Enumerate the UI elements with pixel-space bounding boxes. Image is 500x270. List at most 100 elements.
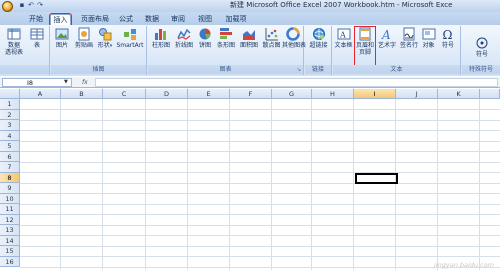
column-header-e[interactable]: E bbox=[188, 89, 230, 99]
column-header-d[interactable]: D bbox=[146, 89, 188, 99]
row-header-10[interactable]: 10 bbox=[0, 193, 20, 204]
row-header-3[interactable]: 3 bbox=[0, 120, 20, 131]
watermark: jingyan.baidu.com bbox=[434, 261, 494, 269]
group-text: A 文本框 页眉和 页脚 A 艺术字 签名行 对象 Ω 符号 文本 bbox=[333, 26, 461, 75]
row-header-6[interactable]: 6 bbox=[0, 151, 20, 162]
picture-icon bbox=[55, 28, 69, 40]
row-header-13[interactable]: 13 bbox=[0, 225, 20, 236]
shapes-icon bbox=[99, 28, 112, 41]
column-chart-label: 柱形图 bbox=[151, 42, 170, 49]
header-footer-button[interactable]: 页眉和 页脚 bbox=[354, 26, 376, 66]
column-header-h[interactable]: H bbox=[312, 89, 354, 99]
active-cell-i8[interactable] bbox=[355, 173, 398, 184]
chevron-down-icon[interactable]: ▼ bbox=[64, 78, 68, 86]
grid-line bbox=[20, 161, 500, 163]
column-header-b[interactable]: B bbox=[61, 89, 103, 99]
tab-home[interactable]: 开始 bbox=[26, 14, 46, 25]
column-header-f[interactable]: F bbox=[230, 89, 272, 99]
grid-line bbox=[20, 224, 500, 226]
tab-view[interactable]: 视图 bbox=[195, 14, 215, 25]
symbol-button[interactable]: Ω 符号 bbox=[439, 27, 457, 49]
area-chart-button[interactable]: 面积图 bbox=[238, 27, 260, 49]
tab-add-ins[interactable]: 加载项 bbox=[222, 14, 250, 25]
column-header-j[interactable]: J bbox=[396, 89, 438, 99]
formula-input[interactable] bbox=[95, 78, 498, 87]
row-header-5[interactable]: 5 bbox=[0, 141, 20, 152]
office-button[interactable] bbox=[2, 1, 13, 12]
table-button[interactable]: 表 bbox=[28, 27, 46, 49]
omega-icon: Ω bbox=[443, 28, 453, 41]
select-all-corner[interactable] bbox=[0, 89, 20, 99]
row-header-15[interactable]: 15 bbox=[0, 246, 20, 257]
row-header-9[interactable]: 9 bbox=[0, 183, 20, 194]
group-charts-label: 图表 bbox=[148, 65, 303, 74]
hyperlink-label: 超链接 bbox=[309, 42, 328, 49]
group-links-label: 链接 bbox=[305, 65, 331, 74]
grid-line bbox=[20, 109, 500, 110]
shapes-button[interactable]: 形状▾ bbox=[97, 27, 113, 50]
picture-button[interactable]: 图片 bbox=[54, 27, 70, 49]
scatter-chart-label: 散点图 bbox=[262, 42, 281, 49]
row-header-14[interactable]: 14 bbox=[0, 235, 20, 246]
ribbon-tab-bar: 开始 插入 页面布局 公式 数据 审阅 视图 加载项 bbox=[0, 12, 500, 26]
grid-line bbox=[60, 99, 61, 270]
clip-art-button[interactable]: 剪贴画 bbox=[73, 27, 95, 49]
table-label: 表 bbox=[33, 42, 40, 49]
group-tables-label: 表 bbox=[0, 65, 49, 74]
fx-icon[interactable]: fx bbox=[82, 78, 92, 87]
hyperlink-icon bbox=[312, 28, 325, 40]
column-header-partial[interactable] bbox=[480, 89, 500, 99]
bar-chart-button[interactable]: 条形图 bbox=[215, 27, 237, 49]
row-header-8[interactable]: 8 bbox=[0, 172, 20, 183]
clip-art-icon bbox=[78, 27, 90, 41]
smartart-button[interactable]: SmartArt bbox=[115, 27, 145, 49]
tab-page-layout[interactable]: 页面布局 bbox=[78, 14, 112, 25]
other-charts-button[interactable]: 其他图表 bbox=[282, 27, 306, 49]
line-chart-button[interactable]: 折线图 bbox=[173, 27, 195, 49]
undo-icon[interactable]: ↶ bbox=[27, 1, 35, 10]
grid-line bbox=[229, 99, 230, 270]
line-chart-label: 折线图 bbox=[174, 42, 193, 49]
scatter-chart-button[interactable]: 散点图 bbox=[261, 27, 282, 49]
pie-chart-icon bbox=[199, 28, 211, 40]
table-icon bbox=[30, 28, 44, 40]
tab-insert[interactable]: 插入 bbox=[49, 13, 72, 26]
grid-line bbox=[102, 99, 103, 270]
row-header-7[interactable]: 7 bbox=[0, 162, 20, 173]
text-box-label: 文本框 bbox=[334, 42, 353, 49]
pivot-table-button[interactable]: 数据 透视表 bbox=[2, 27, 26, 56]
special-symbol-button[interactable]: 符号 bbox=[468, 36, 496, 58]
column-header-g[interactable]: G bbox=[272, 89, 312, 99]
save-icon[interactable]: ▪ bbox=[18, 1, 26, 10]
signature-line-button[interactable]: 签名行 bbox=[399, 27, 419, 49]
column-header-i[interactable]: I bbox=[354, 89, 396, 99]
grid-line bbox=[20, 256, 500, 257]
grid-line bbox=[20, 245, 500, 247]
row-header-1[interactable]: 1 bbox=[0, 99, 20, 110]
worksheet-grid[interactable]: A B C D E F G H I J K 1 2 3 4 5 6 7 8 9 … bbox=[0, 89, 500, 270]
wordart-button[interactable]: A 艺术字 bbox=[377, 27, 397, 49]
grid-line bbox=[20, 140, 500, 142]
object-button[interactable]: 对象 bbox=[420, 27, 437, 49]
tab-data[interactable]: 数据 bbox=[142, 14, 162, 25]
hyperlink-button[interactable]: 超链接 bbox=[307, 27, 330, 49]
header-footer-icon bbox=[359, 27, 371, 41]
redo-icon[interactable]: ↷ bbox=[36, 1, 44, 10]
row-header-2[interactable]: 2 bbox=[0, 109, 20, 120]
row-header-16[interactable]: 16 bbox=[0, 256, 20, 267]
tab-formulas[interactable]: 公式 bbox=[116, 14, 136, 25]
grid-line bbox=[20, 172, 500, 173]
row-header-11[interactable]: 11 bbox=[0, 204, 20, 215]
column-header-k[interactable]: K bbox=[438, 89, 480, 99]
column-header-a[interactable]: A bbox=[20, 89, 61, 99]
charts-dialog-launcher-icon[interactable]: ↘ bbox=[297, 67, 301, 73]
row-header-4[interactable]: 4 bbox=[0, 130, 20, 141]
smartart-icon bbox=[124, 29, 136, 40]
name-box[interactable]: I8 bbox=[2, 78, 72, 87]
text-box-button[interactable]: A 文本框 bbox=[334, 27, 353, 49]
row-header-12[interactable]: 12 bbox=[0, 214, 20, 225]
tab-review[interactable]: 审阅 bbox=[168, 14, 188, 25]
pie-chart-button[interactable]: 饼图 bbox=[196, 27, 214, 49]
column-chart-button[interactable]: 柱形图 bbox=[150, 27, 172, 49]
column-header-c[interactable]: C bbox=[103, 89, 146, 99]
